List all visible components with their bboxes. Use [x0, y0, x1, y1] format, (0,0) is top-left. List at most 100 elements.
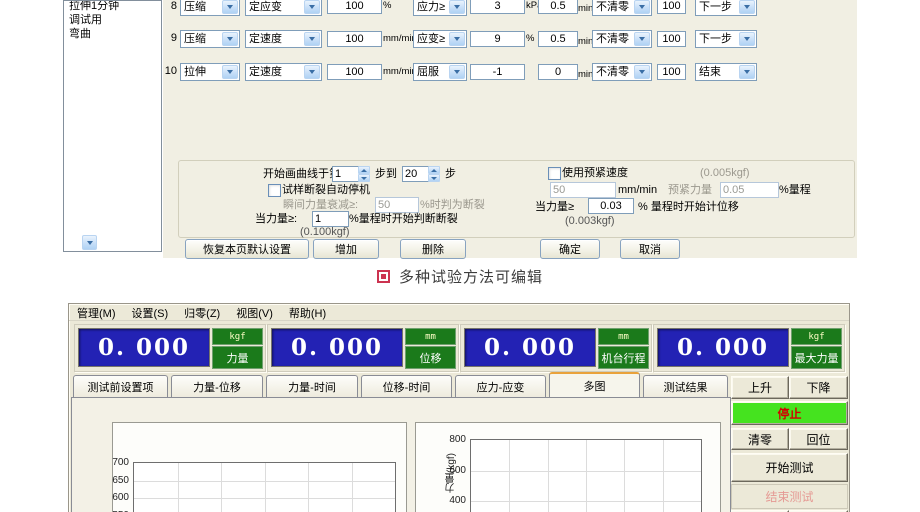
force-unit: kgf — [212, 328, 263, 345]
mode-select[interactable]: 定速度 — [245, 30, 322, 48]
tab-force-time[interactable]: 力量-时间 — [266, 375, 358, 397]
tab-displacement-time[interactable]: 位移-时间 — [361, 375, 452, 397]
range-input[interactable] — [657, 0, 686, 14]
menu-view[interactable]: 视图(V) — [236, 305, 273, 321]
gridline — [624, 440, 625, 512]
clear-mode-select[interactable]: 不清零 — [592, 30, 652, 48]
display-crosshead: 0. 000 mm 机台行程 — [460, 324, 652, 372]
next-step-select[interactable]: 结束 — [695, 63, 757, 81]
crosshead-label: 机台行程 — [598, 346, 649, 369]
ok-button[interactable]: 确定 — [540, 239, 600, 259]
condition-value-input[interactable] — [470, 64, 525, 80]
page: 拉伸1分钟 调试用 弯曲 8 压缩 定应变 % 应力≥ kPa min 不清零 … — [0, 0, 920, 512]
break-stop-label: 试样断裂自动停机 — [282, 184, 370, 197]
pretension-speed-unit: mm/min — [618, 184, 657, 197]
list-item[interactable]: 拉伸1分钟 — [64, 0, 161, 13]
add-button[interactable]: 增加 — [313, 239, 379, 259]
red-square-bullet-icon — [377, 270, 390, 283]
force-input[interactable] — [312, 211, 349, 227]
menu-help[interactable]: 帮助(H) — [289, 305, 326, 321]
action-select[interactable]: 压缩 — [180, 0, 240, 16]
mode-select-value: 定速度 — [246, 32, 304, 46]
next-step-value: 下一步 — [696, 0, 739, 14]
force-suffix: %量程时开始判断断裂 — [349, 213, 458, 226]
max-force-label: 最大力量 — [791, 346, 842, 369]
menu-manage[interactable]: 管理(M) — [77, 305, 116, 321]
menu-zero[interactable]: 归零(Z) — [184, 305, 220, 321]
curve-from-input[interactable] — [332, 166, 360, 182]
action-select[interactable]: 压缩 — [180, 30, 240, 48]
chevron-down-icon — [634, 65, 650, 79]
start-test-button[interactable]: 开始测试 — [731, 453, 848, 482]
range-input[interactable] — [657, 31, 686, 47]
tab-multi-chart[interactable]: 多图 — [549, 372, 640, 397]
value-input[interactable] — [327, 64, 382, 80]
chevron-down-icon — [222, 65, 238, 79]
gridline — [586, 440, 587, 512]
chevron-down-icon — [634, 0, 650, 14]
end-test-button[interactable]: 结束测试 — [731, 484, 848, 509]
next-step-value: 下一步 — [696, 32, 739, 46]
list-item[interactable]: 调试用 — [64, 13, 161, 27]
stop-button[interactable]: 停止 — [731, 401, 848, 425]
y-tick-label: 700 — [93, 457, 129, 468]
tab-force-displacement[interactable]: 力量-位移 — [171, 375, 263, 397]
restore-defaults-button[interactable]: 恢复本页默认设置 — [185, 239, 309, 259]
hold-time-input[interactable] — [538, 31, 578, 47]
condition-select[interactable]: 屈服 — [413, 63, 467, 81]
next-step-select[interactable]: 下一步 — [695, 30, 757, 48]
hold-time-input[interactable] — [538, 64, 578, 80]
displacement-input[interactable] — [588, 198, 634, 214]
menu-settings[interactable]: 设置(S) — [132, 305, 169, 321]
range-input[interactable] — [657, 64, 686, 80]
gridline — [178, 463, 179, 512]
chart-plot-area: 700650600550 — [133, 462, 396, 512]
mode-select[interactable]: 定应变 — [245, 0, 322, 16]
curve-from-stepper[interactable] — [358, 166, 370, 182]
clear-mode-select[interactable]: 不清零 — [592, 0, 652, 16]
hold-time-input[interactable] — [538, 0, 578, 14]
list-item[interactable]: 弯曲 — [64, 27, 161, 41]
pretension-speed-input[interactable] — [550, 182, 616, 198]
up-button[interactable]: 上升 — [731, 376, 789, 399]
action-select[interactable]: 拉伸 — [180, 63, 240, 81]
value-unit: mm/min — [383, 31, 417, 47]
cancel-button[interactable]: 取消 — [620, 239, 680, 259]
mode-select[interactable]: 定速度 — [245, 63, 322, 81]
condition-select-value: 应变≥ — [414, 32, 449, 46]
curve-start-label: 开始画曲线于第 — [263, 168, 340, 181]
break-stop-checkbox[interactable] — [268, 184, 281, 197]
tab-pretest-settings[interactable]: 测试前设置项 — [73, 375, 168, 397]
pretension-force-input[interactable] — [720, 182, 779, 198]
next-step-select[interactable]: 下一步 — [695, 0, 757, 16]
return-button[interactable]: 回位 — [789, 428, 848, 450]
tab-test-results[interactable]: 测试结果 — [643, 375, 728, 397]
gridline — [663, 440, 664, 512]
displacement-readout: 0. 000 — [271, 328, 403, 367]
action-select-value: 压缩 — [181, 32, 222, 46]
force-readout: 0. 000 — [78, 328, 210, 367]
clear-mode-value: 不清零 — [593, 65, 634, 79]
mode-select-value: 定速度 — [246, 65, 304, 79]
tab-stress-strain[interactable]: 应力-应变 — [455, 375, 546, 397]
y-tick-label: 800 — [430, 434, 466, 445]
curve-to-stepper[interactable] — [428, 166, 440, 182]
down-button[interactable]: 下降 — [789, 376, 848, 399]
condition-value-input[interactable] — [470, 0, 525, 14]
scroll-down-button[interactable] — [82, 235, 97, 250]
condition-value-input[interactable] — [470, 31, 525, 47]
value-input[interactable] — [327, 0, 382, 14]
force-label: 当力量≥: — [255, 213, 297, 226]
dialog-body: 8 压缩 定应变 % 应力≥ kPa min 不清零 下一步 9 压缩 定速度 … — [163, 0, 857, 258]
next-step-value: 结束 — [696, 65, 739, 79]
method-listbox[interactable]: 拉伸1分钟 调试用 弯曲 — [63, 0, 162, 252]
zero-button[interactable]: 清零 — [731, 428, 789, 450]
delete-button[interactable]: 删除 — [400, 239, 466, 259]
condition-select[interactable]: 应力≥ — [413, 0, 467, 16]
decay-input[interactable] — [375, 197, 419, 213]
condition-select[interactable]: 应变≥ — [413, 30, 467, 48]
clear-mode-select[interactable]: 不清零 — [592, 63, 652, 81]
value-input[interactable] — [327, 31, 382, 47]
curve-to-input[interactable] — [402, 166, 430, 182]
pretension-checkbox[interactable] — [548, 167, 561, 180]
